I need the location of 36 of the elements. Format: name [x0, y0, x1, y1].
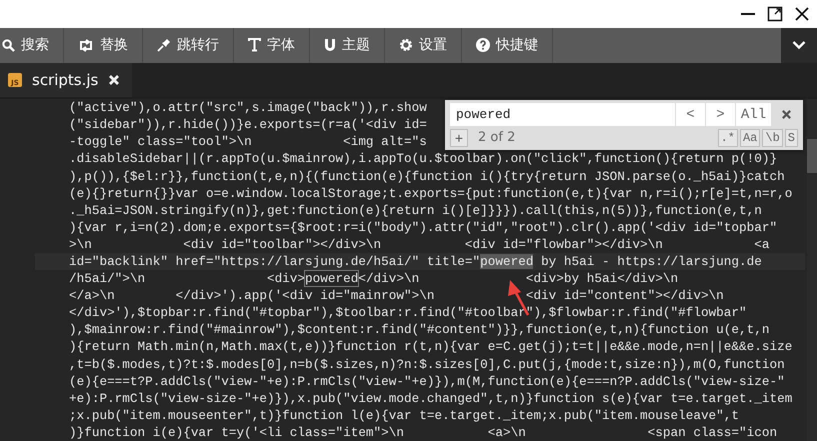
next-button[interactable]: > — [705, 103, 735, 126]
current-search-match: powered — [480, 254, 534, 269]
code-line: )}function i(e){var t=y('<li class="item">\n <a>\n <span class="icon — [69, 424, 778, 441]
search-match: powered — [305, 271, 358, 286]
all-button[interactable]: All — [735, 103, 771, 126]
code-text: id="backlink" href="https://larsjung.de/h5ai/" title=" — [69, 254, 480, 269]
match-count: 2 of 2 — [478, 130, 516, 146]
code-line: </a>\n </div>').app('<div id="mainrow">\n <div id="content"></div>\n — [69, 287, 724, 304]
code-line: -toggle" class="tool">\n <img alt="s — [69, 133, 427, 150]
search-option-toggle[interactable]: Aa — [740, 128, 760, 147]
code-line: ("active"),o.attr("src",s.image("back")),r.show — [69, 99, 427, 116]
code-text: /h5ai/">\n <div> — [69, 271, 306, 286]
code-line: >\n <div id="toolbar"></div>\n <div id="flowbar"></div>\n <a — [69, 236, 770, 253]
search-input[interactable]: powered — [450, 103, 675, 126]
code-text: by h5ai - https://larsjung.de — [540, 254, 762, 269]
code-line: </div>'),$topbar:r.find("#topbar"),$toolbar:r.find("#toolbar"),$flowbar:r.find("#flowbar" — [69, 304, 747, 322]
code-line: (e){}return{}}var o=e.window.localStorage;t.exports={put:function(e,t){var n,r=i();r[e]=t,n=r,o — [69, 184, 792, 202]
search-option-toggle[interactable]: S — [784, 128, 798, 147]
code-line: ;x.pub("item.mouseenter",t)}function l(e){var t=e.target._item;x.pub("item.mouseleave",t — [69, 406, 740, 424]
code-line: ("sidebar")),r.hide())}e.exports=(r=a('<div id= — [69, 116, 427, 134]
code-line: ){var r,i=n(2).dom;e.exports={$root:r=i("body").attr("id","root").clr().app('<div id="topbar" — [69, 218, 778, 236]
toolbar-button[interactable]: 搜索 — [0, 28, 64, 63]
code-line: ),$mainrow:r.find("#mainrow"),$content:r.find("#content")}},function(e,t,n){function u(e,t,n — [69, 321, 770, 338]
code-line: ){return Math.min(n,Math.max(t,e))}function r(t,n){var e=C.get(j);t=t||e&&e.mode,n=n||e&&e.size — [69, 338, 792, 356]
tab-label: scripts.js — [32, 70, 98, 89]
code-line: +e):P.rmCls("view-size-"+e)}),x.pub("view.mode.changed",t,n)}function s(e){var t=e.target._item — [69, 390, 792, 407]
code-text: </div>\n <div>by h5ai</div>\n — [358, 271, 678, 286]
code-line: ._h5ai=JSON.stringify(n)},get:function(e){return i()[e]}}}).call(this,n(5))},function(e,t,n — [69, 202, 762, 219]
code-line: (e){e===t?P.addCls("view-"+e):P.rmCls("view-"+e)}),m(M,function(e){e===n?P.addCls("view-size-" — [69, 372, 785, 390]
previous-button[interactable]: < — [675, 103, 705, 126]
search-option-toggle[interactable]: .* — [718, 128, 738, 147]
search-option-toggle[interactable]: \b — [762, 128, 783, 147]
code-line: ,t=b($.modes,t)?t:$.modes[0],n=b($.sizes,n)?n:$.sizes[0],C.put(j,{mode:t,size:n}),m(O,function — [69, 356, 785, 373]
add-button[interactable]: + — [450, 128, 468, 147]
code-line: .disableSidebar||(r.appTo(u.$mainrow),i.appTo(u.$toolbar).on("click",function(){return p(!0)} — [69, 150, 778, 168]
code-line: ),p()),{$el:r}},function(t,e,n){(function(e){function i(){try{return JSON.parse(o._h5ai)}catch — [69, 168, 785, 185]
